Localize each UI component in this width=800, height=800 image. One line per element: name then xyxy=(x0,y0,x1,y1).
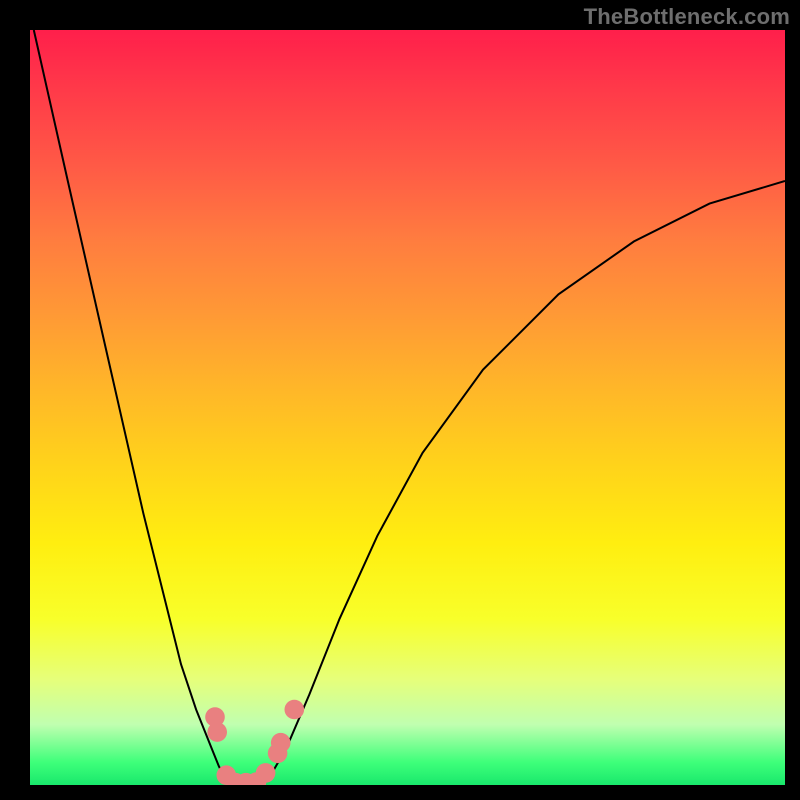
curve-group xyxy=(34,30,785,785)
marker-group xyxy=(205,700,304,785)
data-marker xyxy=(271,733,291,753)
chart-svg xyxy=(30,30,785,785)
chart-frame: TheBottleneck.com xyxy=(0,0,800,800)
bottleneck-curve xyxy=(34,30,785,785)
data-marker xyxy=(285,700,305,720)
watermark-text: TheBottleneck.com xyxy=(584,4,790,30)
plot-area xyxy=(30,30,785,785)
data-marker xyxy=(207,722,227,742)
data-marker xyxy=(256,763,276,783)
